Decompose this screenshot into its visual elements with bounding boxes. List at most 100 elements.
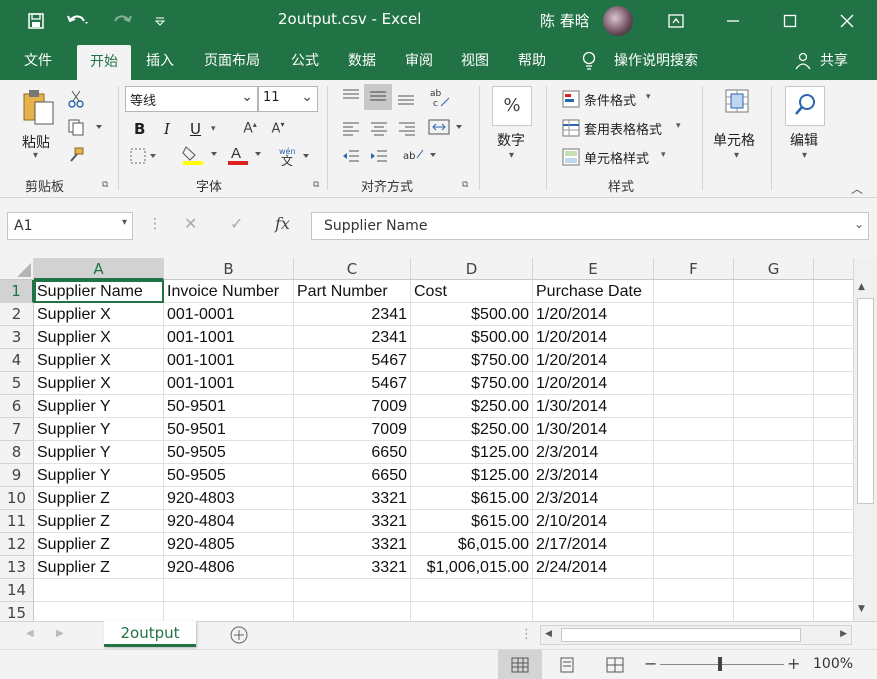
bold-button[interactable]: B: [134, 120, 145, 138]
cell[interactable]: [734, 303, 814, 326]
cell[interactable]: [814, 349, 853, 372]
zoom-level[interactable]: 100%: [813, 656, 853, 672]
cell[interactable]: $6,015.00: [411, 533, 533, 556]
cell[interactable]: [734, 326, 814, 349]
cell[interactable]: 920-4803: [164, 487, 294, 510]
cell[interactable]: 6650: [294, 464, 411, 487]
cancel-icon[interactable]: ✕: [184, 214, 197, 233]
row-header[interactable]: 13: [0, 556, 34, 579]
cell[interactable]: 5467: [294, 372, 411, 395]
cell[interactable]: [814, 602, 853, 621]
cell[interactable]: [734, 533, 814, 556]
row-header[interactable]: 6: [0, 395, 34, 418]
row-header[interactable]: 5: [0, 372, 34, 395]
column-header-c[interactable]: C: [294, 258, 411, 280]
row-header[interactable]: 8: [0, 441, 34, 464]
paste-icon[interactable]: [20, 88, 56, 125]
cell[interactable]: Supplier Z: [34, 487, 164, 510]
ribbon-display-options-icon[interactable]: [660, 0, 692, 42]
cell[interactable]: [814, 395, 853, 418]
cell[interactable]: Supplier Z: [34, 556, 164, 579]
tab-file[interactable]: 文件: [16, 42, 60, 80]
editing-button[interactable]: 编辑: [790, 130, 818, 150]
cell[interactable]: 2341: [294, 326, 411, 349]
minimize-icon[interactable]: [718, 0, 748, 42]
cell[interactable]: Supplier Y: [34, 395, 164, 418]
cell[interactable]: 2/10/2014: [533, 510, 654, 533]
cell[interactable]: Part Number: [294, 280, 411, 303]
next-sheet-icon[interactable]: ▶: [56, 628, 64, 639]
cell[interactable]: $615.00: [411, 510, 533, 533]
cell[interactable]: [734, 395, 814, 418]
tab-page-layout[interactable]: 页面布局: [196, 42, 268, 80]
chevron-down-icon[interactable]: ▾: [676, 121, 681, 131]
cell[interactable]: [654, 579, 734, 602]
cell[interactable]: [654, 280, 734, 303]
italic-button[interactable]: I: [164, 120, 170, 138]
underline-button[interactable]: U: [190, 120, 201, 138]
row-header[interactable]: 15: [0, 602, 34, 621]
cell[interactable]: $500.00: [411, 303, 533, 326]
cells-button[interactable]: 单元格: [713, 130, 755, 150]
row-header[interactable]: 14: [0, 579, 34, 602]
save-icon[interactable]: [22, 0, 50, 42]
undo-icon[interactable]: [60, 0, 96, 42]
page-break-view-icon[interactable]: [604, 657, 626, 677]
cell[interactable]: Supplier Name: [34, 280, 164, 303]
cell[interactable]: Supplier X: [34, 303, 164, 326]
cell[interactable]: [734, 372, 814, 395]
cell[interactable]: 7009: [294, 395, 411, 418]
decrease-font-size-icon[interactable]: A▾: [268, 120, 288, 136]
scroll-left-arrow-icon[interactable]: ◀: [545, 629, 552, 639]
phonetic-guide-icon[interactable]: wén 文: [276, 144, 316, 170]
search-icon[interactable]: [785, 86, 825, 126]
cell[interactable]: [654, 326, 734, 349]
increase-indent-icon[interactable]: [366, 146, 392, 170]
decrease-indent-icon[interactable]: [338, 146, 364, 170]
font-launcher-icon[interactable]: ⧉: [313, 180, 319, 190]
scroll-right-arrow-icon[interactable]: ▶: [840, 629, 847, 639]
column-header[interactable]: [814, 258, 853, 280]
borders-icon[interactable]: [129, 148, 159, 168]
tab-help[interactable]: 帮助: [510, 42, 554, 80]
cell[interactable]: [734, 579, 814, 602]
maximize-icon[interactable]: [775, 0, 805, 42]
close-icon[interactable]: [832, 0, 862, 42]
format-as-table-icon[interactable]: [561, 119, 581, 141]
cell[interactable]: [814, 372, 853, 395]
cell[interactable]: [734, 464, 814, 487]
cell[interactable]: [654, 487, 734, 510]
font-size-select[interactable]: 11 ⌄: [258, 86, 318, 112]
cell[interactable]: 2341: [294, 303, 411, 326]
cell[interactable]: Supplier X: [34, 326, 164, 349]
worksheet-grid[interactable]: ABCDEFG 1 2 3 4 5 6 7 8 9 10 11 12 13 14 15 Supplier N…: [0, 258, 853, 621]
align-middle-icon[interactable]: [364, 84, 392, 110]
align-bottom-icon[interactable]: [393, 86, 419, 112]
cell[interactable]: $750.00: [411, 372, 533, 395]
cell-styles-button[interactable]: 单元格样式: [584, 148, 649, 167]
cell[interactable]: [814, 487, 853, 510]
insert-function-icon[interactable]: fx: [275, 214, 290, 233]
align-top-icon[interactable]: [338, 86, 364, 110]
cell[interactable]: 2/3/2014: [533, 487, 654, 510]
cell[interactable]: 1/20/2014: [533, 349, 654, 372]
customize-quick-access-icon[interactable]: [148, 0, 172, 42]
align-left-icon[interactable]: [338, 118, 364, 142]
page-layout-view-icon[interactable]: [556, 657, 578, 677]
paste-dropdown-icon[interactable]: ▾: [33, 150, 38, 161]
chevron-down-icon[interactable]: ▾: [646, 92, 651, 102]
prev-sheet-icon[interactable]: ◀: [26, 628, 34, 639]
cell[interactable]: [814, 579, 853, 602]
cell[interactable]: [654, 556, 734, 579]
cell[interactable]: 2/3/2014: [533, 441, 654, 464]
format-painter-icon[interactable]: [66, 146, 86, 168]
cell[interactable]: 1/20/2014: [533, 326, 654, 349]
cell[interactable]: Purchase Date: [533, 280, 654, 303]
cell[interactable]: 1/30/2014: [533, 418, 654, 441]
align-right-icon[interactable]: [394, 118, 420, 142]
conditional-format-icon[interactable]: [561, 90, 581, 112]
tab-formulas[interactable]: 公式: [283, 42, 327, 80]
cell[interactable]: [533, 602, 654, 621]
cell[interactable]: $125.00: [411, 441, 533, 464]
column-header-a[interactable]: A: [34, 258, 164, 280]
